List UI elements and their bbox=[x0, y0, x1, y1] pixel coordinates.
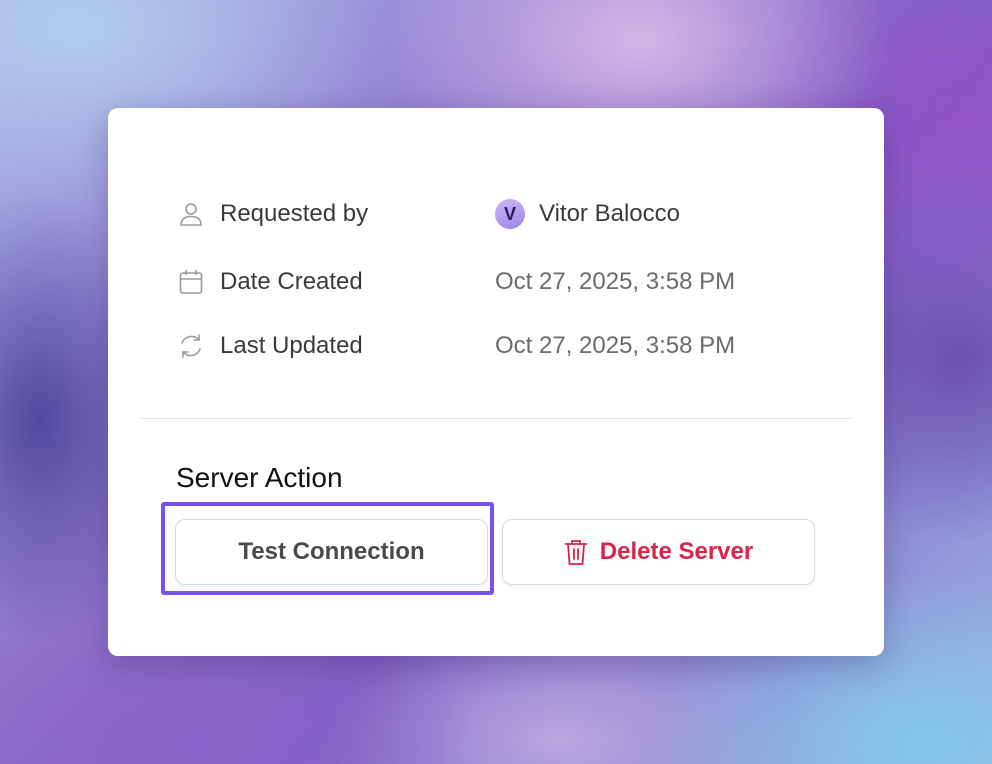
delete-server-button[interactable]: Delete Server bbox=[502, 519, 815, 585]
calendar-icon bbox=[178, 269, 204, 295]
last-updated-label: Last Updated bbox=[220, 332, 363, 359]
test-connection-button[interactable]: Test Connection bbox=[175, 519, 488, 585]
requested-by-value: V Vitor Balocco bbox=[495, 197, 680, 231]
last-updated-row: Last Updated bbox=[178, 329, 363, 363]
refresh-icon bbox=[178, 333, 204, 359]
trash-icon bbox=[564, 538, 588, 566]
requested-by-row: Requested by bbox=[178, 197, 368, 231]
delete-server-label: Delete Server bbox=[599, 538, 754, 565]
date-created-row: Date Created bbox=[178, 265, 363, 299]
requested-by-label: Requested by bbox=[220, 200, 369, 227]
avatar: V bbox=[495, 199, 525, 229]
user-icon bbox=[178, 201, 204, 227]
date-created-label: Date Created bbox=[220, 268, 363, 295]
requester-name: Vitor Balocco bbox=[539, 200, 680, 227]
last-updated-value: Oct 27, 2025, 3:58 PM bbox=[495, 332, 736, 359]
date-created-value: Oct 27, 2025, 3:58 PM bbox=[495, 268, 736, 295]
server-action-title: Server Action bbox=[176, 462, 343, 493]
divider bbox=[140, 418, 852, 419]
test-connection-label: Test Connection bbox=[238, 538, 425, 565]
server-details-card: Requested by V Vitor Balocco Date Create… bbox=[108, 108, 884, 656]
